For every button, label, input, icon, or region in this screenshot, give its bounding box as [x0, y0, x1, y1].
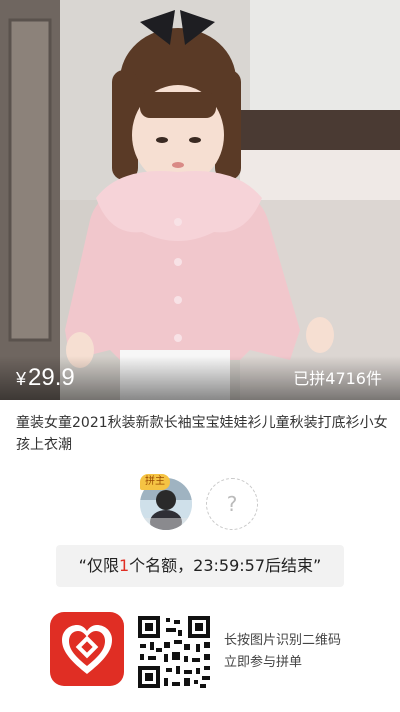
product-price: ¥29.9	[16, 363, 75, 394]
pinduoduo-heart-icon	[50, 612, 124, 686]
notice-count: 1	[118, 556, 130, 575]
notice-prefix: “仅限	[78, 556, 119, 575]
price-value: 29.9	[28, 364, 75, 391]
currency-symbol: ¥	[16, 369, 27, 389]
qr-hint-line1: 长按图片识别二维码	[224, 633, 342, 648]
empty-slot: ?	[206, 478, 258, 530]
question-mark-icon: ?	[226, 492, 238, 516]
qr-hint: 长按图片识别二维码 立即参与拼单	[224, 630, 341, 674]
group-members: 拼主 ?	[0, 474, 400, 536]
product-title: 童装女童2021秋装新款长袖宝宝娃娃衫儿童秋装打底衫小女孩上衣潮	[16, 415, 388, 453]
product-image	[0, 0, 400, 400]
leader-badge: 拼主	[140, 474, 170, 490]
qr-code-icon[interactable]	[134, 612, 214, 692]
notice-suffix: 个名额，23:59:57后结束”	[129, 556, 322, 575]
qr-hint-line2: 立即参与拼单	[224, 655, 303, 670]
remaining-slots-notice: “仅限1个名额，23:59:57后结束”	[56, 545, 344, 587]
sold-count: 已拼4716件	[293, 369, 382, 388]
share-footer: 长按图片识别二维码 立即参与拼单	[0, 612, 400, 692]
